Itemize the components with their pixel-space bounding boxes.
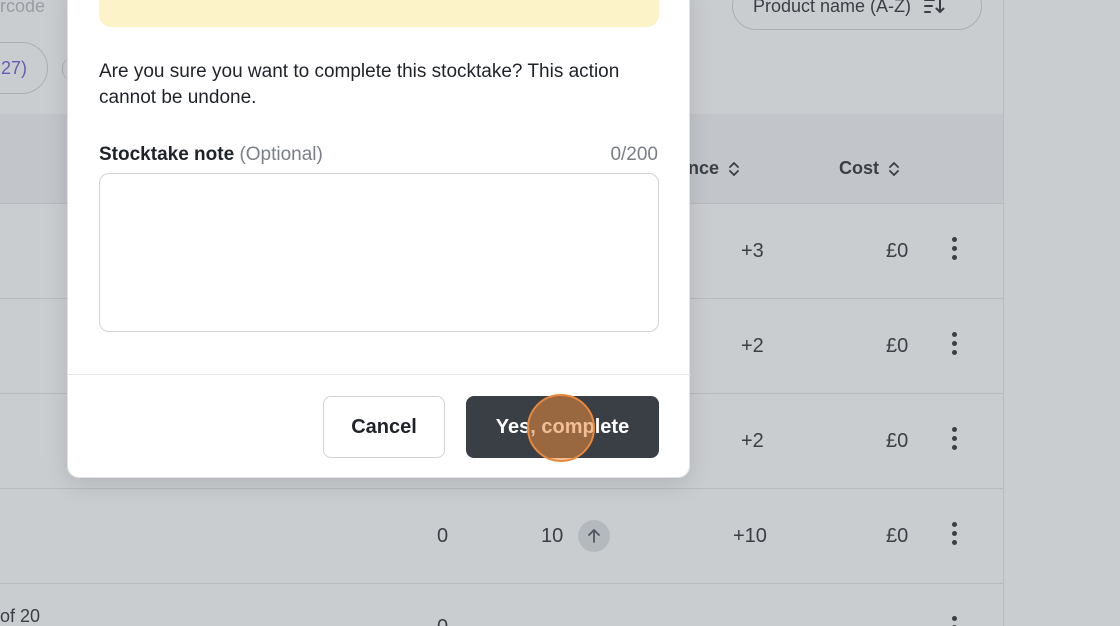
note-label-text: Stocktake note bbox=[99, 144, 235, 165]
note-label: Stocktake note (Optional) bbox=[99, 144, 323, 166]
complete-stocktake-dialog: Are you sure you want to complete this s… bbox=[67, 0, 691, 478]
stocktake-note-field[interactable] bbox=[99, 173, 659, 332]
confirm-complete-button[interactable]: Yes, complete bbox=[466, 396, 659, 458]
dialog-divider bbox=[68, 374, 691, 375]
warning-banner bbox=[99, 0, 659, 27]
note-optional-text: (Optional) bbox=[239, 144, 323, 165]
cancel-button[interactable]: Cancel bbox=[323, 396, 445, 458]
note-char-count: 0/200 bbox=[610, 144, 658, 165]
confirm-message: Are you sure you want to complete this s… bbox=[99, 61, 620, 108]
